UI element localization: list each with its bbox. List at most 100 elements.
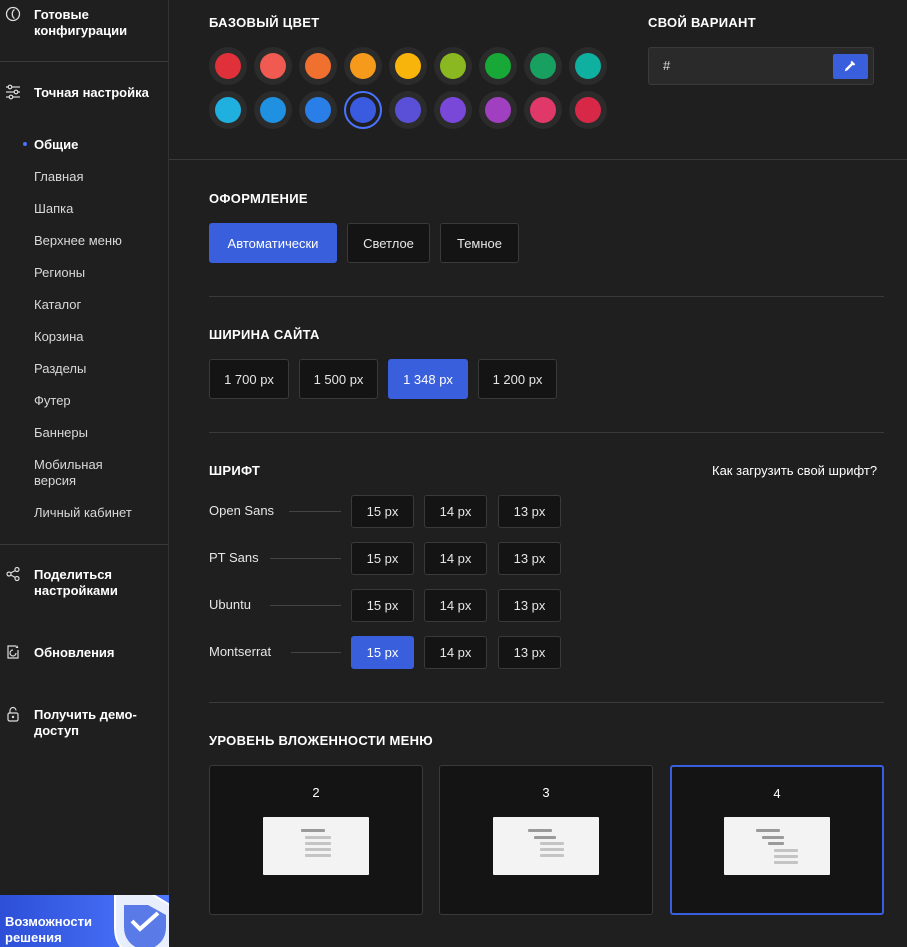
promo-banner[interactable]: Возможности решения	[0, 895, 169, 947]
color-swatch[interactable]	[479, 91, 517, 129]
color-swatch-fill	[215, 53, 241, 79]
width-1500-button[interactable]: 1 500 px	[299, 359, 378, 399]
menu-level-number: 4	[773, 786, 781, 801]
menu-level-preview	[263, 817, 369, 875]
sidebar-item-sections[interactable]: Разделы	[34, 361, 159, 377]
menu-level-3-card[interactable]: 3	[439, 765, 653, 915]
color-swatch[interactable]	[254, 91, 292, 129]
configs-icon	[5, 6, 21, 22]
color-swatch[interactable]	[344, 91, 382, 129]
width-1200-button[interactable]: 1 200 px	[478, 359, 557, 399]
base-color-heading: БАЗОВЫЙ ЦВЕТ	[209, 15, 320, 30]
font-montserrat-15[interactable]: 15 px	[351, 636, 414, 669]
sidebar-item-footer[interactable]: Футер	[34, 393, 159, 409]
color-swatch-fill	[305, 53, 331, 79]
width-1700-button[interactable]: 1 700 px	[209, 359, 289, 399]
eyedropper-button[interactable]	[833, 54, 868, 79]
menu-level-preview	[493, 817, 599, 875]
color-swatch[interactable]	[344, 47, 382, 85]
font-open-sans-13[interactable]: 13 px	[498, 495, 561, 528]
font-pt-sans-15[interactable]: 15 px	[351, 542, 414, 575]
color-swatch[interactable]	[524, 47, 562, 85]
width-1348-button[interactable]: 1 348 px	[388, 359, 468, 399]
sidebar-item-header[interactable]: Шапка	[34, 201, 159, 217]
font-heading: ШРИФТ	[209, 463, 261, 478]
divider	[209, 702, 884, 703]
nav-updates[interactable]: Обновления	[34, 645, 159, 661]
sidebar: Готовые конфигурации Точная настройка Об…	[0, 0, 169, 947]
active-indicator	[23, 142, 27, 146]
font-ubuntu-13[interactable]: 13 px	[498, 589, 561, 622]
sidebar-item-general[interactable]: Общие	[34, 137, 159, 153]
custom-color-input[interactable]: #	[663, 58, 670, 73]
font-pt-sans-14[interactable]: 14 px	[424, 542, 487, 575]
color-swatch-fill	[440, 97, 466, 123]
font-montserrat-14[interactable]: 14 px	[424, 636, 487, 669]
divider	[169, 159, 907, 160]
upload-font-link[interactable]: Как загрузить свой шрифт?	[712, 463, 877, 478]
font-name-ubuntu: Ubuntu	[209, 597, 251, 612]
color-swatch[interactable]	[524, 91, 562, 129]
color-swatch[interactable]	[389, 91, 427, 129]
sliders-icon	[6, 84, 20, 100]
color-swatch-fill	[530, 97, 556, 123]
custom-color-heading: СВОЙ ВАРИАНТ	[648, 15, 756, 30]
color-swatch[interactable]	[434, 47, 472, 85]
menu-level-number: 3	[542, 785, 550, 800]
share-icon	[6, 566, 20, 582]
color-swatch[interactable]	[209, 91, 247, 129]
color-swatch-fill	[305, 97, 331, 123]
sidebar-item-home[interactable]: Главная	[34, 169, 159, 185]
sidebar-item-cart[interactable]: Корзина	[34, 329, 159, 345]
color-swatch[interactable]	[209, 47, 247, 85]
font-ubuntu-14[interactable]: 14 px	[424, 589, 487, 622]
font-name-montserrat: Montserrat	[209, 644, 272, 659]
menu-level-number: 2	[312, 785, 320, 800]
color-swatch[interactable]	[569, 91, 607, 129]
sidebar-item-mobile[interactable]: Мобильная версия	[34, 457, 124, 489]
nav-ready-configs[interactable]: Готовые конфигурации	[34, 7, 159, 39]
font-open-sans-14[interactable]: 14 px	[424, 495, 487, 528]
custom-color-field[interactable]: #	[648, 47, 874, 85]
lock-icon	[7, 706, 19, 722]
color-swatch[interactable]	[434, 91, 472, 129]
color-swatch-fill	[350, 97, 376, 123]
menu-level-4-card[interactable]: 4	[670, 765, 884, 915]
color-swatch-fill	[215, 97, 241, 123]
sidebar-item-banners[interactable]: Баннеры	[34, 425, 159, 441]
shield-logo-icon	[114, 895, 169, 947]
font-ubuntu-15[interactable]: 15 px	[351, 589, 414, 622]
color-swatch[interactable]	[389, 47, 427, 85]
font-open-sans-15[interactable]: 15 px	[351, 495, 414, 528]
nav-share-settings[interactable]: Поделиться настройками	[34, 567, 159, 599]
appearance-auto-button[interactable]: Автоматически	[209, 223, 337, 263]
color-swatch[interactable]	[299, 91, 337, 129]
color-swatch-fill	[485, 53, 511, 79]
appearance-heading: ОФОРМЛЕНИЕ	[209, 191, 308, 206]
color-swatch[interactable]	[299, 47, 337, 85]
sidebar-item-regions[interactable]: Регионы	[34, 265, 159, 281]
appearance-dark-button[interactable]: Темное	[440, 223, 519, 263]
site-width-heading: ШИРИНА САЙТА	[209, 327, 320, 342]
color-swatch-fill	[575, 53, 601, 79]
color-swatch[interactable]	[254, 47, 292, 85]
promo-label: Возможности решения	[5, 914, 92, 945]
appearance-light-button[interactable]: Светлое	[347, 223, 430, 263]
color-swatch[interactable]	[479, 47, 517, 85]
sidebar-item-account[interactable]: Личный кабинет	[34, 505, 159, 521]
nav-fine-tuning[interactable]: Точная настройка	[34, 85, 159, 101]
nav-get-demo[interactable]: Получить демо-доступ	[34, 707, 159, 739]
updates-icon	[7, 645, 19, 659]
sidebar-item-top-menu[interactable]: Верхнее меню	[34, 233, 159, 249]
font-name-pt-sans: PT Sans	[209, 550, 259, 565]
color-swatch[interactable]	[569, 47, 607, 85]
sidebar-item-catalog[interactable]: Каталог	[34, 297, 159, 313]
menu-level-2-card[interactable]: 2	[209, 765, 423, 915]
font-montserrat-13[interactable]: 13 px	[498, 636, 561, 669]
font-pt-sans-13[interactable]: 13 px	[498, 542, 561, 575]
color-swatch-fill	[350, 53, 376, 79]
divider	[209, 432, 884, 433]
eyedropper-icon	[844, 60, 856, 72]
color-swatch-fill	[530, 53, 556, 79]
menu-level-heading: УРОВЕНЬ ВЛОЖЕННОСТИ МЕНЮ	[209, 733, 433, 748]
